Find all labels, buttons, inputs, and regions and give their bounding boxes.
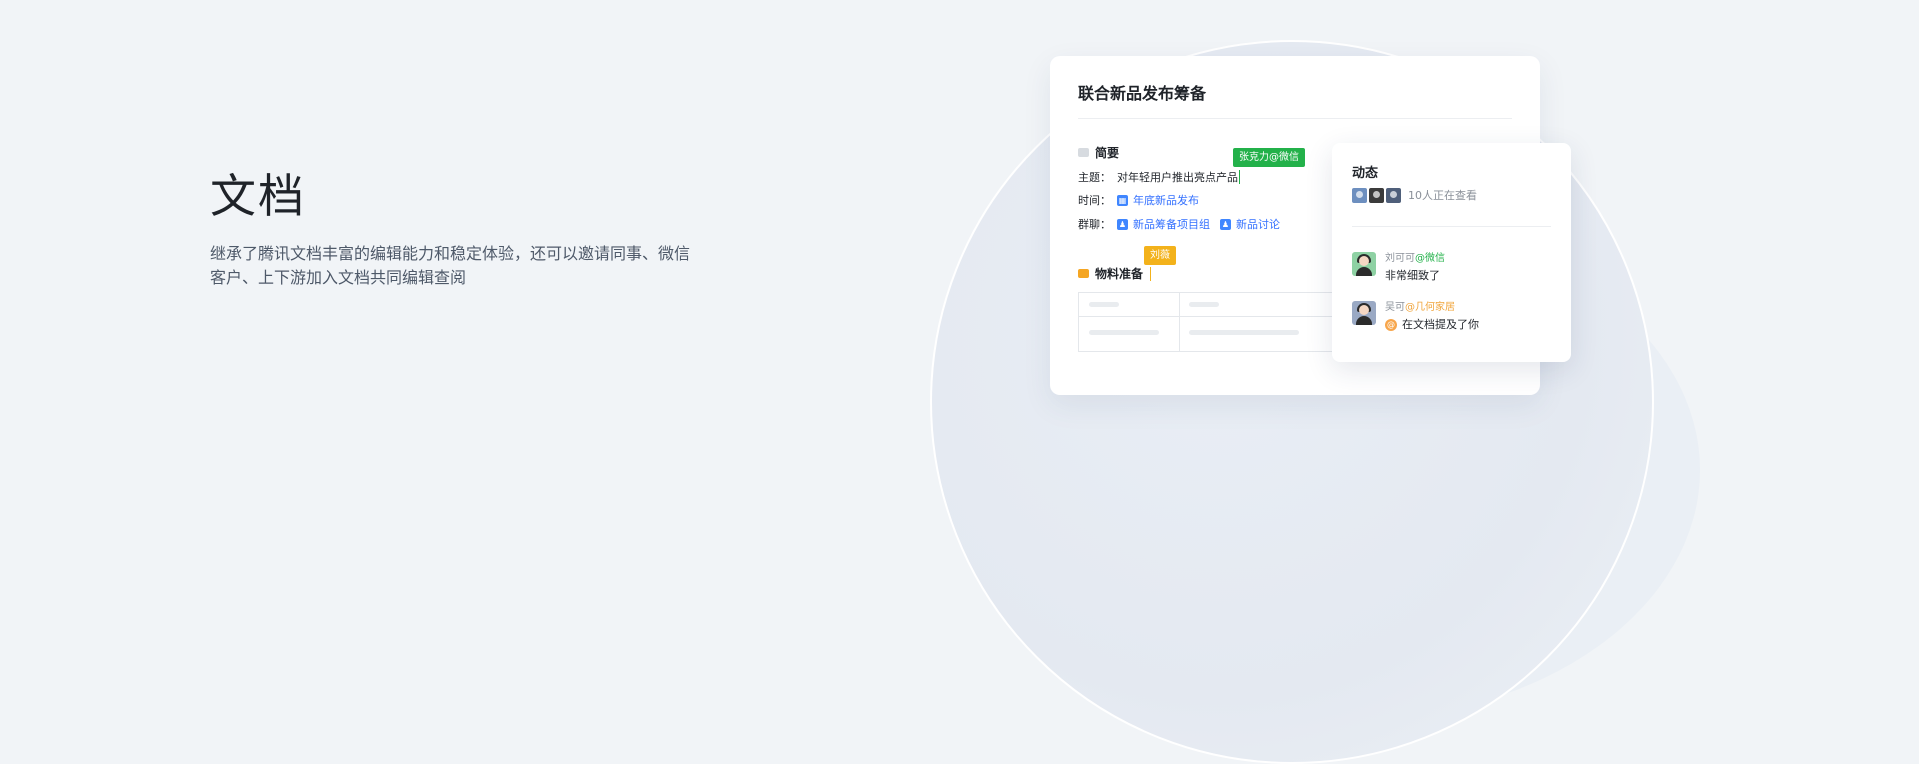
activity-divider — [1352, 226, 1551, 227]
group-icon: ♟ — [1220, 218, 1231, 230]
time-row: 时间： ▦ 年底新品发布 — [1078, 191, 1199, 209]
activity-author-name: 吴可 — [1385, 302, 1405, 313]
activity-item[interactable]: 吴可@几何家居 @ 在文档提及了你 — [1352, 301, 1479, 333]
hero-description-line2: 客户、上下游加入文档共同编辑查阅 — [210, 268, 467, 287]
activity-panel: 动态 10人正在查看 刘可可@微信 非常细致了 吴可@几何家居 @ 在文档提及了… — [1332, 143, 1571, 362]
summary-heading-label: 简要 — [1095, 146, 1120, 160]
hero-description-line1: 继承了腾讯文档丰富的编辑能力和稳定体验，还可以邀请同事、微信 — [210, 244, 691, 263]
viewers-row[interactable]: 10人正在查看 — [1352, 187, 1477, 203]
subject-row[interactable]: 主题： 对年轻用户推出亮点产品 — [1078, 168, 1240, 186]
activity-author-name: 刘可可 — [1385, 253, 1415, 264]
activity-author-org: @几何家居 — [1405, 302, 1455, 313]
viewers-count: 10人正在查看 — [1408, 189, 1477, 202]
activity-item[interactable]: 刘可可@微信 非常细致了 — [1352, 252, 1445, 284]
group-label: 群聊： — [1078, 218, 1111, 231]
group-link-2[interactable]: ♟ 新品讨论 — [1220, 216, 1280, 232]
viewer-avatar — [1352, 187, 1367, 203]
hero-section: 文档 继承了腾讯文档丰富的编辑能力和稳定体验，还可以邀请同事、微信 客户、上下游… — [210, 160, 730, 290]
group-link-1-label: 新品筹备项目组 — [1133, 218, 1210, 231]
hero-description: 继承了腾讯文档丰富的编辑能力和稳定体验，还可以邀请同事、微信 客户、上下游加入文… — [210, 242, 730, 290]
editor-cursor-tag-amber: 刘薇 — [1144, 246, 1176, 265]
time-link-label: 年底新品发布 — [1133, 194, 1199, 207]
activity-message-text: 在文档提及了你 — [1402, 318, 1479, 331]
table-placeholder-cell — [1189, 302, 1219, 307]
group-icon: ♟ — [1117, 218, 1128, 230]
avatar — [1352, 301, 1376, 325]
activity-message: @ 在文档提及了你 — [1385, 317, 1479, 333]
table-placeholder-cell — [1089, 302, 1119, 307]
summary-icon — [1078, 148, 1089, 157]
editor-cursor-green — [1239, 170, 1240, 184]
activity-title: 动态 — [1352, 166, 1379, 181]
viewer-avatar — [1369, 187, 1384, 203]
table-placeholder-cell — [1189, 330, 1299, 335]
hero-title: 文档 — [210, 169, 306, 223]
table-column-divider — [1179, 293, 1180, 351]
viewer-avatar — [1386, 187, 1401, 203]
calendar-icon: ▦ — [1117, 194, 1128, 206]
materials-heading-label: 物料准备 — [1095, 267, 1144, 281]
title-divider — [1078, 118, 1512, 119]
time-label: 时间： — [1078, 194, 1111, 207]
activity-author-org: @微信 — [1415, 253, 1445, 264]
activity-author: 吴可@几何家居 — [1385, 301, 1479, 315]
activity-author: 刘可可@微信 — [1385, 252, 1445, 266]
mention-icon: @ — [1385, 319, 1397, 331]
avatar — [1352, 252, 1376, 276]
editor-cursor-amber — [1150, 266, 1152, 281]
subject-value[interactable]: 对年轻用户推出亮点产品 — [1117, 169, 1238, 185]
document-title: 联合新品发布筹备 — [1078, 84, 1207, 103]
editor-cursor-tag-green: 张克力@微信 — [1233, 148, 1305, 167]
materials-heading: 物料准备 — [1078, 265, 1152, 282]
activity-message: 非常细致了 — [1385, 269, 1440, 282]
summary-heading: 简要 — [1078, 144, 1119, 161]
time-link[interactable]: ▦ 年底新品发布 — [1117, 192, 1199, 208]
group-row: 群聊： ♟ 新品筹备项目组 ♟ 新品讨论 — [1078, 215, 1280, 233]
materials-icon — [1078, 269, 1089, 278]
table-placeholder-cell — [1089, 330, 1159, 335]
group-link-2-label: 新品讨论 — [1236, 218, 1280, 231]
subject-label: 主题： — [1078, 171, 1111, 184]
group-link-1[interactable]: ♟ 新品筹备项目组 — [1117, 216, 1210, 232]
